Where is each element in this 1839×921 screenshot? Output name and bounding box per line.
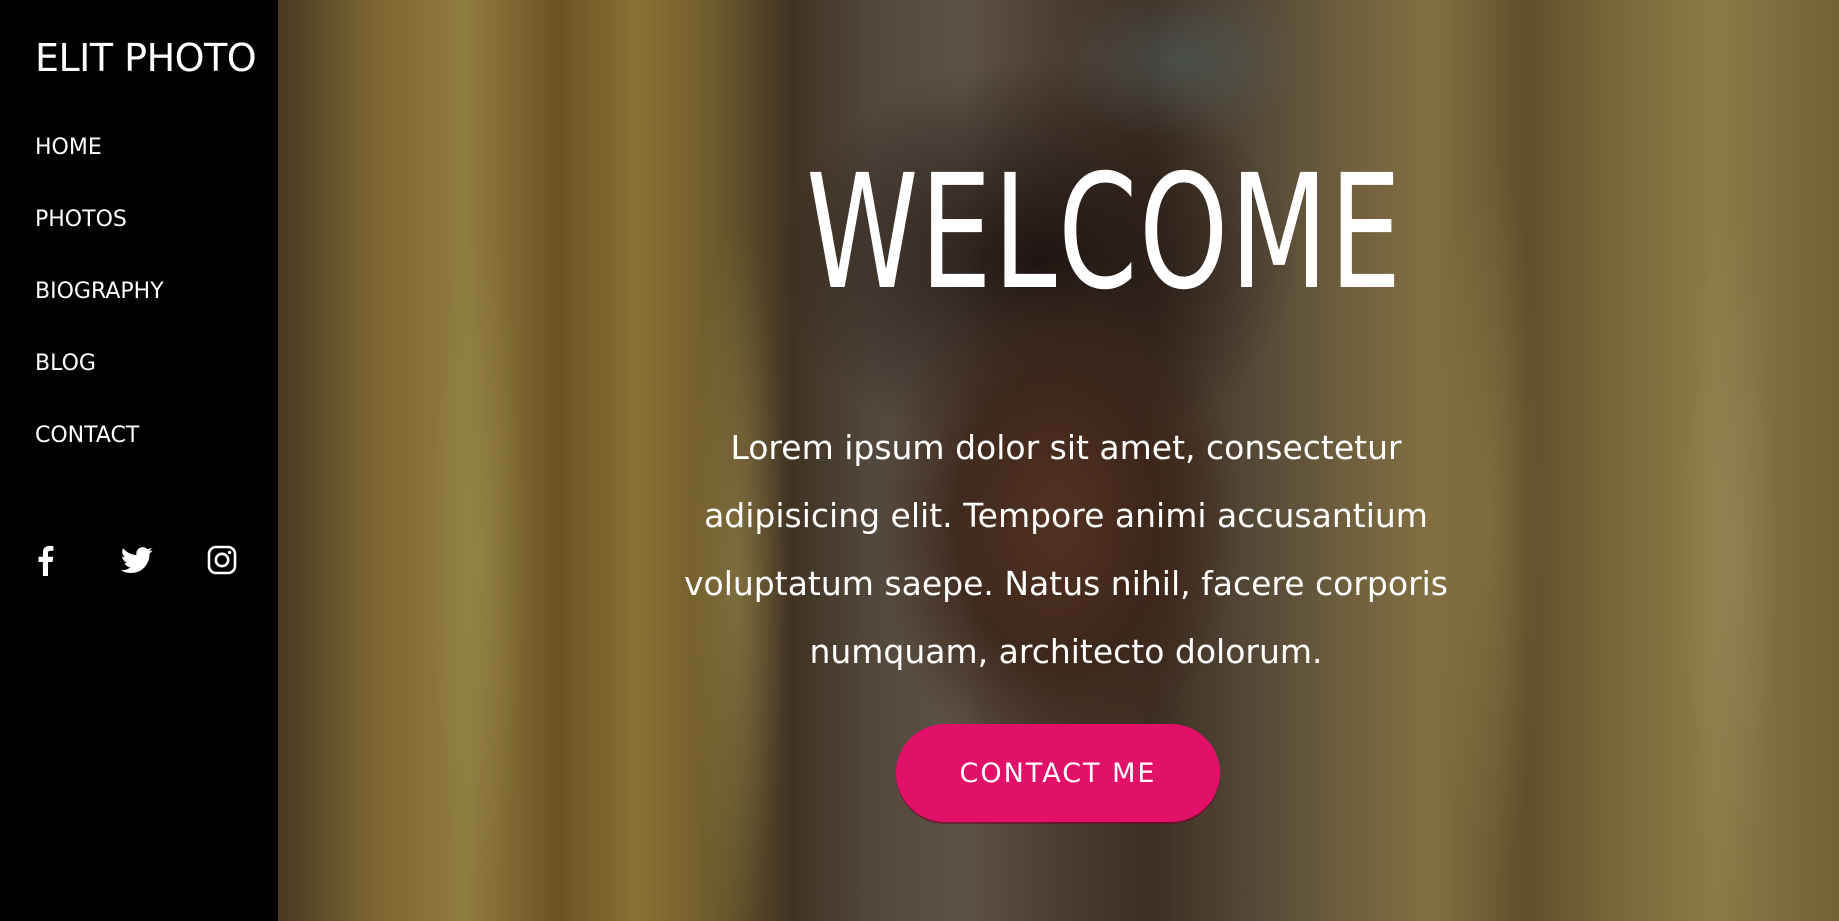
hero-text: Lorem ipsum dolor sit amet, consectetur … — [684, 428, 1448, 671]
nav-item-blog[interactable]: BLOG — [35, 346, 164, 418]
sidebar: ELIT PHOTO HOME PHOTOS BIOGRAPHY BLOG CO… — [0, 0, 278, 921]
site-logo[interactable]: ELIT PHOTO — [35, 36, 257, 80]
hero-title: WELCOME — [806, 141, 1403, 325]
facebook-icon[interactable] — [35, 543, 121, 577]
social-links — [35, 543, 293, 577]
nav-item-photos[interactable]: PHOTOS — [35, 202, 164, 274]
contact-me-button[interactable]: CONTACT ME — [896, 724, 1220, 822]
hero-title-wrap: WELCOME — [708, 138, 1408, 328]
main-nav: HOME PHOTOS BIOGRAPHY BLOG CONTACT — [35, 130, 164, 490]
nav-item-home[interactable]: HOME — [35, 130, 164, 202]
hero-content: WELCOME Lorem ipsum dolor sit amet, cons… — [278, 0, 1839, 921]
nav-item-contact[interactable]: CONTACT — [35, 418, 164, 490]
nav-item-biography[interactable]: BIOGRAPHY — [35, 274, 164, 346]
hero-section: WELCOME Lorem ipsum dolor sit amet, cons… — [278, 0, 1839, 921]
page: ELIT PHOTO HOME PHOTOS BIOGRAPHY BLOG CO… — [0, 0, 1839, 921]
twitter-icon[interactable] — [121, 543, 207, 577]
